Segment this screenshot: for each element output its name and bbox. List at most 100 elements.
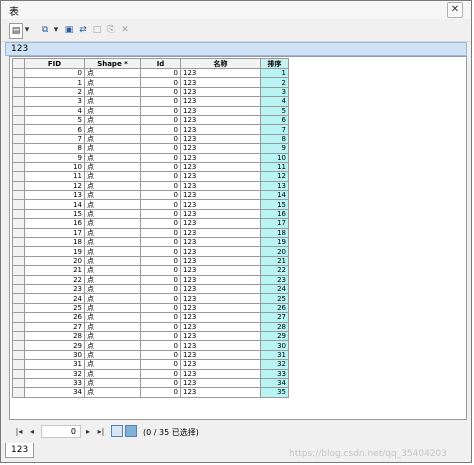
- table-row[interactable]: 21 点 0 123 22: [12, 265, 289, 276]
- cell-sort[interactable]: 32: [260, 359, 289, 370]
- cell-shape[interactable]: 点: [84, 237, 141, 248]
- table-row[interactable]: 5 点 0 123 6: [12, 114, 289, 126]
- cell-name[interactable]: 123: [180, 227, 261, 239]
- table-row[interactable]: 17 点 0 123 18: [12, 227, 289, 239]
- row-selector[interactable]: [12, 105, 25, 116]
- cell-shape[interactable]: 点: [84, 67, 141, 79]
- cell-shape[interactable]: 点: [84, 96, 141, 107]
- cell-fid[interactable]: 23: [24, 283, 85, 295]
- cell-fid[interactable]: 28: [24, 330, 85, 342]
- cell-fid[interactable]: 11: [24, 171, 85, 182]
- cell-shape[interactable]: 点: [84, 180, 141, 192]
- cell-fid[interactable]: 16: [24, 218, 85, 229]
- row-selector[interactable]: [12, 227, 25, 239]
- cell-sort[interactable]: 26: [260, 302, 289, 314]
- cell-fid[interactable]: 0: [24, 67, 85, 79]
- column-header-fid[interactable]: FID: [24, 58, 85, 69]
- table-row[interactable]: 23 点 0 123 24: [12, 283, 289, 295]
- row-selector[interactable]: [12, 190, 25, 201]
- row-selector[interactable]: [12, 124, 25, 135]
- cell-sort[interactable]: 30: [260, 340, 289, 351]
- cell-id[interactable]: 0: [140, 199, 181, 210]
- table-row[interactable]: 9 点 0 123 10: [12, 152, 289, 163]
- current-record-input[interactable]: 0: [41, 425, 81, 438]
- cell-fid[interactable]: 17: [24, 227, 85, 239]
- cell-sort[interactable]: 2: [260, 77, 289, 88]
- cell-sort[interactable]: 12: [260, 171, 289, 182]
- cell-sort[interactable]: 3: [260, 86, 289, 98]
- cell-shape[interactable]: 点: [84, 255, 141, 267]
- cell-name[interactable]: 123: [180, 255, 261, 267]
- row-selector[interactable]: [12, 152, 25, 163]
- row-selector[interactable]: [12, 283, 25, 295]
- cell-shape[interactable]: 点: [84, 293, 141, 304]
- column-header-sort[interactable]: 排序: [260, 58, 289, 69]
- row-selector[interactable]: [12, 218, 25, 229]
- cell-id[interactable]: 0: [140, 124, 181, 135]
- row-selector[interactable]: [12, 114, 25, 126]
- cell-name[interactable]: 123: [180, 143, 261, 154]
- row-selector[interactable]: [12, 171, 25, 182]
- cell-id[interactable]: 0: [140, 190, 181, 201]
- cell-id[interactable]: 0: [140, 246, 181, 257]
- cell-sort[interactable]: 5: [260, 105, 289, 116]
- row-selector[interactable]: [12, 96, 25, 107]
- cell-fid[interactable]: 10: [24, 161, 85, 173]
- cell-sort[interactable]: 16: [260, 208, 289, 220]
- table-row[interactable]: 1 点 0 123 2: [12, 77, 289, 88]
- dropdown-arrow-icon[interactable]: ▾: [23, 23, 31, 37]
- cell-sort[interactable]: 7: [260, 124, 289, 135]
- switch-selection-icon[interactable]: ⇄: [77, 23, 89, 37]
- cell-id[interactable]: 0: [140, 143, 181, 154]
- row-selector[interactable]: [12, 302, 25, 314]
- cell-sort[interactable]: 1: [260, 67, 289, 79]
- cell-name[interactable]: 123: [180, 190, 261, 201]
- column-header-name[interactable]: 名称: [180, 58, 261, 69]
- cell-shape[interactable]: 点: [84, 190, 141, 201]
- cell-fid[interactable]: 14: [24, 199, 85, 210]
- cell-id[interactable]: 0: [140, 114, 181, 126]
- cell-id[interactable]: 0: [140, 171, 181, 182]
- row-selector[interactable]: [12, 312, 25, 323]
- cell-shape[interactable]: 点: [84, 124, 141, 135]
- cell-name[interactable]: 123: [180, 312, 261, 323]
- cell-fid[interactable]: 5: [24, 114, 85, 126]
- cell-fid[interactable]: 7: [24, 133, 85, 145]
- cell-id[interactable]: 0: [140, 105, 181, 116]
- table-row[interactable]: 30 点 0 123 31: [12, 349, 289, 361]
- next-record-button[interactable]: ▸: [83, 425, 93, 439]
- cell-fid[interactable]: 30: [24, 349, 85, 361]
- cell-name[interactable]: 123: [180, 377, 261, 389]
- cell-name[interactable]: 123: [180, 237, 261, 248]
- clear-selection-icon[interactable]: □: [91, 23, 103, 37]
- cell-name[interactable]: 123: [180, 114, 261, 126]
- cell-id[interactable]: 0: [140, 293, 181, 304]
- cell-sort[interactable]: 17: [260, 218, 289, 229]
- cell-shape[interactable]: 点: [84, 387, 141, 398]
- cell-name[interactable]: 123: [180, 86, 261, 98]
- cell-fid[interactable]: 24: [24, 293, 85, 304]
- cell-id[interactable]: 0: [140, 218, 181, 229]
- cell-id[interactable]: 0: [140, 340, 181, 351]
- table-row[interactable]: 16 点 0 123 17: [12, 218, 289, 229]
- row-selector[interactable]: [12, 86, 25, 98]
- cell-fid[interactable]: 31: [24, 359, 85, 370]
- cell-id[interactable]: 0: [140, 377, 181, 389]
- cell-fid[interactable]: 25: [24, 302, 85, 314]
- cell-shape[interactable]: 点: [84, 349, 141, 361]
- cell-shape[interactable]: 点: [84, 330, 141, 342]
- row-selector[interactable]: [12, 199, 25, 210]
- cell-id[interactable]: 0: [140, 133, 181, 145]
- cell-sort[interactable]: 25: [260, 293, 289, 304]
- cell-shape[interactable]: 点: [84, 208, 141, 220]
- row-selector[interactable]: [12, 368, 25, 379]
- table-row[interactable]: 14 点 0 123 15: [12, 199, 289, 210]
- table-row[interactable]: 27 点 0 123 28: [12, 321, 289, 332]
- table-row[interactable]: 3 点 0 123 4: [12, 96, 289, 107]
- table-row[interactable]: 24 点 0 123 25: [12, 293, 289, 304]
- cell-name[interactable]: 123: [180, 133, 261, 145]
- cell-shape[interactable]: 点: [84, 152, 141, 163]
- cell-id[interactable]: 0: [140, 77, 181, 88]
- show-selected-records-icon[interactable]: [125, 425, 137, 437]
- select-by-attributes-icon[interactable]: ▣: [63, 23, 75, 37]
